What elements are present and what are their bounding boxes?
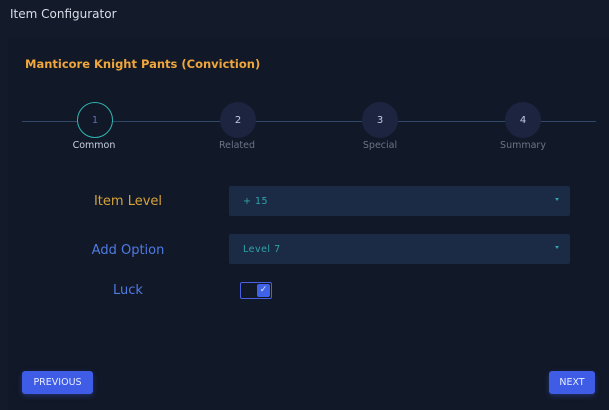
configurator-panel: Manticore Knight Pants (Conviction) 1 2 … bbox=[8, 38, 609, 410]
step-2-label: Related bbox=[218, 140, 256, 151]
add-option-value: Level 7 bbox=[243, 243, 281, 255]
step-4-number: 4 bbox=[519, 114, 527, 126]
previous-button[interactable]: PREVIOUS bbox=[22, 371, 93, 394]
item-level-caret-icon bbox=[555, 198, 559, 201]
item-level-select[interactable]: + 15 bbox=[229, 186, 570, 216]
step-1-circle[interactable]: 1 bbox=[77, 102, 113, 138]
step-1-label: Common bbox=[72, 140, 116, 151]
add-option-caret-icon bbox=[555, 246, 559, 249]
next-button[interactable]: NEXT bbox=[549, 371, 595, 394]
item-level-label: Item Level bbox=[93, 194, 163, 209]
window-title: Item Configurator bbox=[10, 7, 117, 21]
step-1-number: 1 bbox=[91, 114, 99, 126]
step-3-label: Special bbox=[362, 140, 398, 151]
step-2-circle[interactable]: 2 bbox=[220, 102, 256, 138]
item-name: Manticore Knight Pants (Conviction) bbox=[25, 57, 261, 71]
check-icon: ✓ bbox=[257, 284, 270, 297]
step-4-label: Summary bbox=[500, 140, 546, 151]
add-option-label: Add Option bbox=[91, 243, 165, 258]
add-option-select[interactable]: Level 7 bbox=[229, 234, 570, 264]
luck-toggle[interactable]: ✓ bbox=[240, 282, 272, 299]
luck-label: Luck bbox=[113, 283, 143, 298]
step-3-circle[interactable]: 3 bbox=[362, 102, 398, 138]
step-2-number: 2 bbox=[234, 114, 242, 126]
item-level-value: + 15 bbox=[243, 195, 269, 207]
step-3-number: 3 bbox=[376, 114, 384, 126]
step-4-circle[interactable]: 4 bbox=[505, 102, 541, 138]
